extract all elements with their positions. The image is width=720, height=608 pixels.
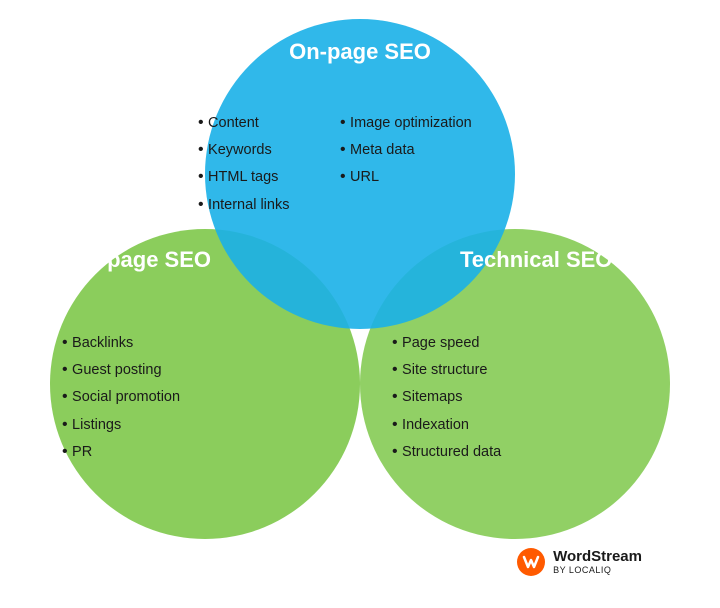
off-page-items: Backlinks Guest posting Social promotion… [62, 329, 180, 465]
on-page-label: On-page SEO [205, 39, 515, 65]
technical-items: Page speed Site structure Sitemaps Index… [392, 329, 501, 465]
wordstream-icon [516, 547, 546, 577]
off-page-label: Off-page SEO [50, 247, 250, 273]
on-page-items-right: Image optimization Meta data URL [340, 109, 472, 191]
wordstream-logo: WordStream by LOCALIQ [516, 547, 642, 577]
technical-label: Technical SEO [450, 247, 670, 273]
on-page-items-left: Content Keywords HTML tags Internal link… [198, 109, 289, 218]
venn-diagram: On-page SEO Off-page SEO Technical SEO C… [20, 9, 700, 599]
wordstream-text: WordStream by LOCALIQ [553, 549, 642, 576]
